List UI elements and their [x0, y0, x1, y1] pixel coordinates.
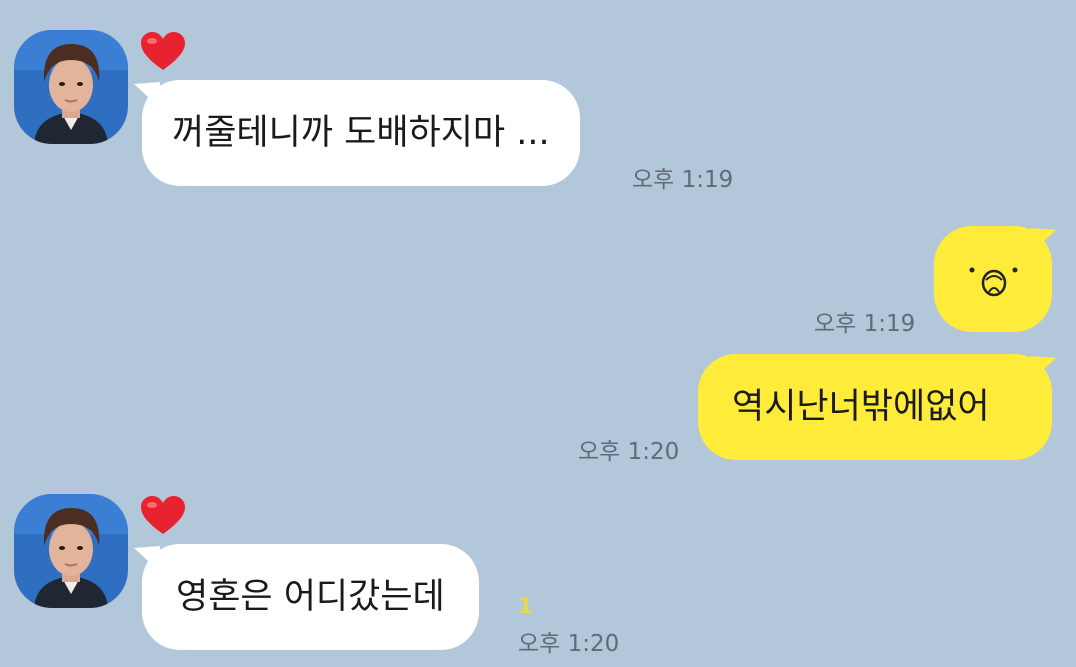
- message-timestamp: 오후 1:19: [632, 167, 734, 193]
- sender-avatar[interactable]: [14, 494, 128, 608]
- incoming-message-bubble[interactable]: 꺼줄테니까 도배하지마 ...: [142, 80, 580, 186]
- outgoing-message-bubble[interactable]: 역시난너밖에없어: [698, 354, 1052, 460]
- message-timestamp: 오후 1:20: [578, 439, 680, 465]
- message-text: 꺼줄테니까 도배하지마 ...: [172, 113, 550, 153]
- message-text: 역시난너밖에없어: [732, 387, 990, 427]
- message-text: 영혼은 어디갔는데: [176, 577, 445, 617]
- surprised-face-emoticon: [969, 267, 1018, 297]
- message-timestamp: 오후 1:19: [814, 311, 916, 337]
- heart-reaction-icon: [140, 32, 186, 72]
- message-timestamp: 오후 1:20: [518, 631, 620, 657]
- unread-count: 1: [518, 594, 533, 618]
- outgoing-message-bubble[interactable]: [934, 226, 1052, 332]
- incoming-message-bubble[interactable]: 영혼은 어디갔는데: [142, 544, 479, 650]
- sender-avatar[interactable]: [14, 30, 128, 144]
- heart-reaction-icon: [140, 496, 186, 536]
